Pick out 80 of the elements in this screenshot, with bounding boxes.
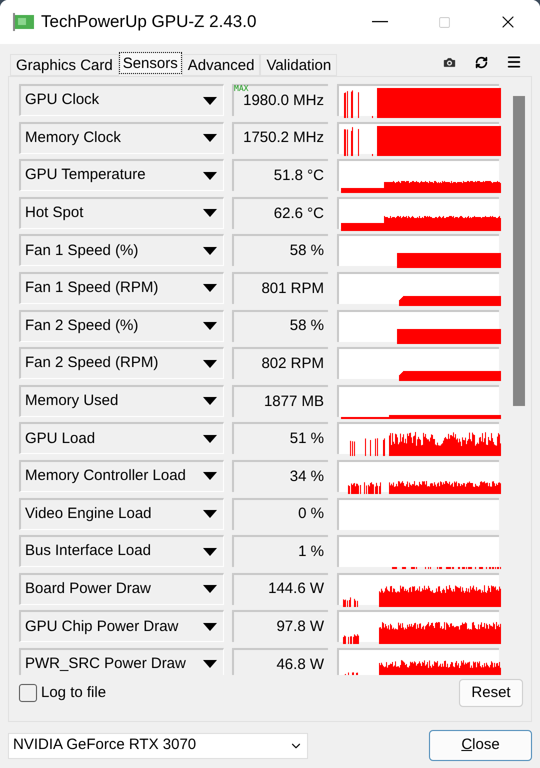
sensor-name: Memory Controller Load <box>25 466 186 486</box>
tab[interactable]: Advanced <box>182 54 260 76</box>
sensor-name: GPU Clock <box>25 90 100 110</box>
sensor-value-field: 51 % <box>232 422 328 454</box>
log-to-file-checkbox[interactable]: Log to file <box>19 682 106 704</box>
window-title: TechPowerUp GPU-Z 2.43.0 <box>41 11 256 34</box>
sensor-value-field: 51.8 °C <box>232 159 328 192</box>
sensor-value-field: 97.8 W <box>232 610 328 642</box>
sensor-select[interactable]: Video Engine Load <box>19 498 224 530</box>
sensor-select[interactable]: GPU Chip Power Draw <box>19 610 224 642</box>
dropdown-arrow-icon <box>203 397 217 406</box>
sensor-name: Video Engine Load <box>25 504 152 524</box>
sensor-select[interactable]: PWR_SRC Power Draw <box>19 648 224 675</box>
sensor-select[interactable]: GPU Temperature <box>19 159 224 192</box>
maximize-icon <box>438 16 450 28</box>
dropdown-arrow-icon <box>203 622 217 631</box>
dropdown-arrow-icon <box>203 284 217 292</box>
scrollbar[interactable] <box>513 96 525 406</box>
dropdown-arrow-icon <box>203 585 217 594</box>
sensor-name: Memory Used <box>25 391 118 411</box>
dropdown-arrow-icon <box>203 209 217 218</box>
tab[interactable]: Validation <box>260 54 338 76</box>
dropdown-arrow-icon <box>203 472 217 480</box>
sensor-value-field: 802 RPM <box>232 347 328 380</box>
sensor-name: Fan 2 Speed (RPM) <box>25 353 158 374</box>
sensor-value-field: 1877 MB <box>232 384 328 417</box>
graphics-card-icon <box>13 13 35 31</box>
dropdown-arrow-icon <box>203 172 217 180</box>
sensor-select[interactable]: Fan 1 Speed (%) <box>19 234 224 266</box>
sensor-select[interactable]: Fan 2 Speed (%) <box>19 310 224 342</box>
sensor-name: GPU Load <box>25 428 96 449</box>
dropdown-arrow-icon <box>203 134 217 142</box>
sensor-value-field: 1 % <box>232 535 328 568</box>
gpu-select[interactable]: NVIDIA GeForce RTX 3070 <box>8 732 308 758</box>
sensor-value-field: 46.8 W <box>232 648 328 675</box>
sensor-select[interactable]: Fan 2 Speed (RPM) <box>19 347 224 380</box>
sensor-name: Fan 1 Speed (%) <box>25 240 138 261</box>
sensor-value-field: 801 RPM <box>232 272 328 304</box>
sensor-name: GPU Temperature <box>25 165 146 186</box>
sensor-select[interactable]: Memory Clock <box>19 122 224 154</box>
sensor-select[interactable]: Memory Used <box>19 384 224 417</box>
sensor-value-field: 34 % <box>232 460 328 492</box>
menu-icon[interactable] <box>506 54 522 70</box>
close-button[interactable]: Close <box>429 730 532 761</box>
max-label: MAX <box>234 84 248 93</box>
sensor-name: Hot Spot <box>25 203 84 224</box>
sensor-select[interactable]: GPU Clock <box>19 84 224 116</box>
sensor-select[interactable]: GPU Load <box>19 422 224 454</box>
sensor-value-field: 58 % <box>232 234 328 266</box>
sensor-value-field: MAX 1980.0 MHz <box>232 84 328 116</box>
dropdown-arrow-icon <box>203 360 217 368</box>
sensor-name: Fan 1 Speed (RPM) <box>25 278 158 298</box>
sensor-name: PWR_SRC Power Draw <box>25 654 186 674</box>
sensor-select[interactable]: Hot Spot <box>19 196 224 229</box>
minimize-icon <box>372 21 388 23</box>
tab[interactable]: Sensors <box>118 52 182 74</box>
sensor-value-field: 58 % <box>232 310 328 342</box>
sensor-value-field: 0 % <box>232 498 328 530</box>
sensor-name: Board Power Draw <box>25 578 151 599</box>
refresh-icon[interactable] <box>475 56 488 68</box>
sensor-name: Bus Interface Load <box>25 541 151 562</box>
dropdown-arrow-icon <box>203 322 217 330</box>
sensor-name: GPU Chip Power Draw <box>25 616 178 637</box>
dropdown-arrow-icon <box>203 96 217 104</box>
sensor-value-field: 62.6 °C <box>232 196 328 229</box>
dropdown-arrow-icon <box>203 246 217 255</box>
sensor-select[interactable]: Memory Controller Load <box>19 460 224 492</box>
sensor-select[interactable]: Bus Interface Load <box>19 535 224 568</box>
sensor-select[interactable]: Board Power Draw <box>19 572 224 605</box>
reset-button[interactable]: Reset <box>459 679 523 707</box>
sensor-value-field: 1750.2 MHz <box>232 122 328 154</box>
dropdown-arrow-icon <box>203 548 217 556</box>
dropdown-arrow-icon <box>203 510 217 518</box>
sensor-name: Memory Clock <box>25 128 121 148</box>
sensor-select[interactable]: Fan 1 Speed (RPM) <box>19 272 224 304</box>
sensor-name: Fan 2 Speed (%) <box>25 316 138 336</box>
tab[interactable]: Graphics Card <box>10 54 119 76</box>
dropdown-arrow-icon <box>203 434 217 443</box>
sensor-value-field: 144.6 W <box>232 572 328 605</box>
dropdown-arrow-icon <box>203 660 217 668</box>
